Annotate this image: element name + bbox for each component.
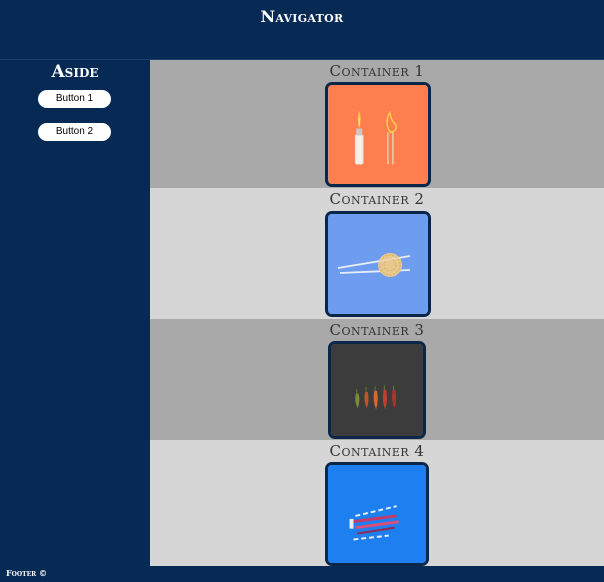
chopsticks-and-noodles-image [328,214,428,314]
container-1-title: Container 1 [329,62,425,80]
container-2-image [325,211,431,317]
footer: Footer © [0,566,604,582]
footer-text: Footer © [6,568,47,578]
lighter-and-matches-image [328,85,428,184]
container-1: Container 1 [150,60,604,188]
button-2[interactable]: Button 2 [38,123,111,141]
main-content: Container 1 Container 2 Container 3 Cont… [150,60,604,566]
container-4-title: Container 4 [329,442,425,460]
sticks-and-pens-image [328,465,426,563]
container-3-title: Container 3 [329,321,425,339]
chili-peppers-image [331,344,423,436]
container-3-image [328,341,426,439]
container-2-title: Container 2 [329,190,425,208]
aside-title: Aside [51,62,99,82]
navigator-bar: Navigator [0,0,604,60]
container-1-image [325,82,431,187]
container-3: Container 3 [150,319,604,440]
aside-panel: Aside Button 1 Button 2 [0,60,150,566]
container-4-image [325,462,429,566]
container-4: Container 4 [150,440,604,566]
container-2: Container 2 [150,188,604,319]
button-1[interactable]: Button 1 [38,90,111,108]
navigator-title: Navigator [260,7,344,26]
